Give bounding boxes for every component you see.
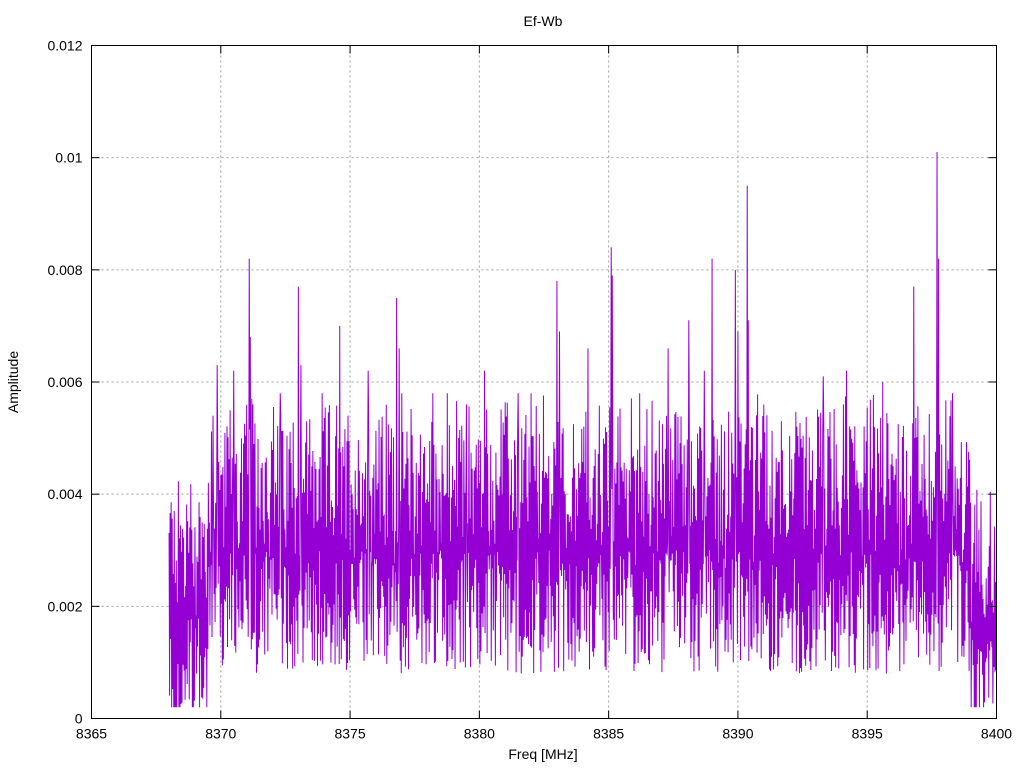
x-tick-label: 8400: [981, 726, 1012, 742]
x-tick-label: 8365: [76, 726, 107, 742]
x-tick-label: 8395: [852, 726, 883, 742]
y-tick-label: 0: [75, 711, 83, 727]
chart-background: [0, 0, 1024, 768]
x-tick-label: 8375: [334, 726, 365, 742]
x-tick-label: 8390: [722, 726, 753, 742]
y-tick-label: 0.01: [55, 150, 82, 166]
y-tick-label: 0.012: [47, 38, 82, 54]
y-tick-label: 0.004: [47, 486, 82, 502]
y-tick-label: 0.006: [47, 374, 82, 390]
x-axis-label: Freq [MHz]: [508, 746, 577, 762]
x-tick-label: 8370: [205, 726, 236, 742]
spectrum-chart: 8365 8370 8375 8380 8385 8390 8395 8400 0 0.002 0…: [0, 0, 1024, 768]
y-axis-label: Amplitude: [5, 351, 21, 413]
x-tick-label: 8380: [464, 726, 495, 742]
y-tick-label: 0.002: [47, 598, 82, 614]
chart-title: Ef-Wb: [524, 13, 563, 29]
y-tick-label: 0.008: [47, 262, 82, 278]
x-tick-label: 8385: [593, 726, 624, 742]
